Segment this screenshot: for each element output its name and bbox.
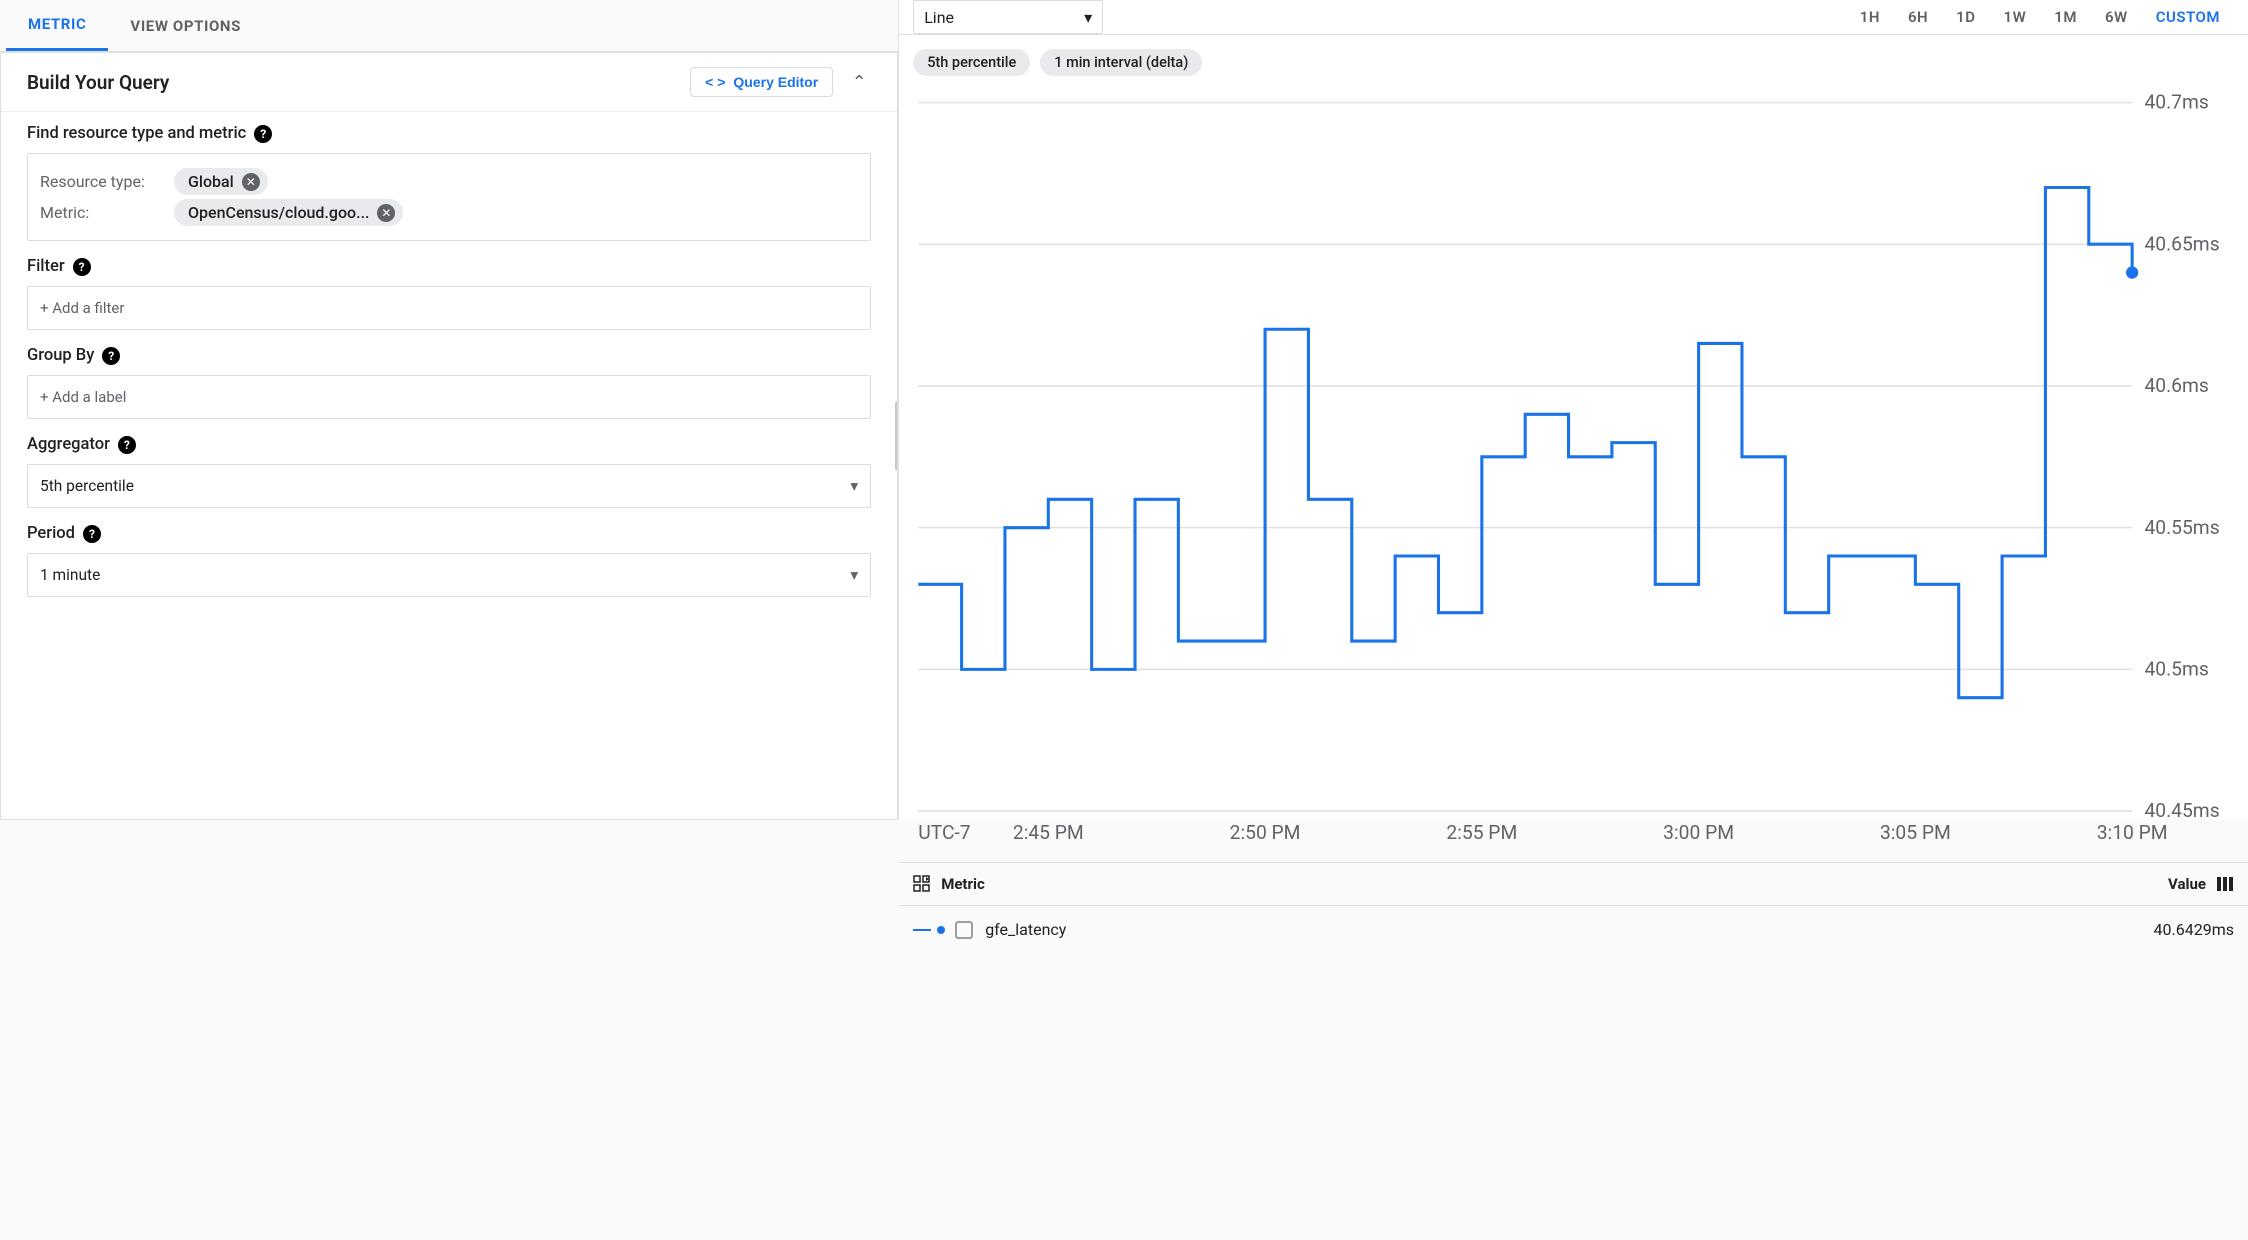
svg-text:40.6ms: 40.6ms — [2145, 374, 2209, 397]
aggregator-select[interactable]: 5th percentile ▾ — [27, 464, 871, 508]
svg-text:3:10 PM: 3:10 PM — [2097, 821, 2168, 844]
svg-text:2:45 PM: 2:45 PM — [1013, 821, 1084, 844]
chart-type-select[interactable]: Line ▾ — [913, 0, 1103, 34]
svg-text:40.55ms: 40.55ms — [2145, 516, 2220, 539]
period-label: Period — [27, 524, 75, 543]
left-tabs: METRIC VIEW OPTIONS — [0, 0, 898, 52]
find-metric-label: Find resource type and metric — [27, 124, 246, 143]
chart-badge: 1 min interval (delta) — [1040, 49, 1202, 76]
svg-text:40.45ms: 40.45ms — [2145, 799, 2220, 822]
code-icon: < > — [705, 74, 725, 90]
tab-metric[interactable]: METRIC — [6, 0, 108, 51]
add-filter-input[interactable]: + Add a filter — [27, 286, 871, 330]
series-name: gfe_latency — [985, 920, 1066, 939]
range-custom[interactable]: CUSTOM — [2142, 8, 2234, 26]
query-editor-button[interactable]: < > Query Editor — [690, 67, 833, 97]
svg-text:2:55 PM: 2:55 PM — [1447, 821, 1518, 844]
chevron-down-icon: ▾ — [1084, 8, 1092, 27]
add-label-input[interactable]: + Add a label — [27, 375, 871, 419]
chevron-down-icon: ▾ — [850, 566, 858, 584]
close-icon[interactable]: ✕ — [242, 173, 260, 191]
scrollbar[interactable] — [895, 401, 898, 471]
help-icon[interactable]: ? — [102, 347, 120, 365]
svg-text:UTC-7: UTC-7 — [918, 821, 970, 844]
resource-type-chip[interactable]: Global ✕ — [174, 168, 268, 195]
chart-badge: 5th percentile — [913, 49, 1030, 76]
help-icon[interactable]: ? — [83, 525, 101, 543]
close-icon[interactable]: ✕ — [377, 204, 395, 222]
help-icon[interactable]: ? — [73, 258, 91, 276]
range-6h[interactable]: 6H — [1894, 8, 1942, 26]
svg-text:40.65ms: 40.65ms — [2145, 232, 2220, 255]
chevron-down-icon: ▾ — [850, 477, 858, 495]
groupby-label: Group By — [27, 346, 94, 365]
filter-label: Filter — [27, 257, 65, 276]
svg-text:40.7ms: 40.7ms — [2145, 91, 2209, 114]
build-query-title: Build Your Query — [27, 71, 169, 94]
range-1h[interactable]: 1H — [1846, 8, 1894, 26]
layout-grid-icon[interactable] — [913, 875, 931, 893]
aggregator-label: Aggregator — [27, 435, 110, 454]
range-1d[interactable]: 1D — [1942, 8, 1989, 26]
series-swatch — [913, 926, 945, 934]
resource-metric-picker[interactable]: Resource type: Global ✕ Metric: OpenCens… — [27, 153, 871, 241]
tab-view-options[interactable]: VIEW OPTIONS — [108, 0, 263, 51]
latency-chart: 40.45ms 40.5ms 40.55ms 40.6ms 40.65ms 40.7ms U… — [909, 84, 2234, 854]
range-1w[interactable]: 1W — [1990, 8, 2041, 26]
svg-text:2:50 PM: 2:50 PM — [1230, 821, 1301, 844]
help-icon[interactable]: ? — [254, 125, 272, 143]
columns-icon[interactable] — [2216, 875, 2234, 893]
metric-label: Metric: — [40, 203, 160, 222]
resource-type-label: Resource type: — [40, 172, 160, 191]
help-icon[interactable]: ? — [118, 436, 136, 454]
series-value: 40.6429ms — [2154, 920, 2234, 939]
range-1m[interactable]: 1M — [2040, 8, 2091, 26]
svg-text:3:00 PM: 3:00 PM — [1663, 821, 1734, 844]
metric-chip[interactable]: OpenCensus/cloud.goo... ✕ — [174, 199, 403, 226]
period-select[interactable]: 1 minute ▾ — [27, 553, 871, 597]
series-visibility-checkbox[interactable] — [955, 921, 973, 939]
collapse-panel-icon[interactable]: ⌃ — [847, 72, 871, 93]
legend-value-header: Value — [2168, 875, 2206, 893]
legend-row: gfe_latency 40.6429ms — [899, 906, 2248, 953]
legend-metric-header: Metric — [941, 875, 985, 893]
range-6w[interactable]: 6W — [2091, 8, 2142, 26]
svg-text:40.5ms: 40.5ms — [2145, 658, 2209, 681]
svg-text:3:05 PM: 3:05 PM — [1880, 821, 1951, 844]
